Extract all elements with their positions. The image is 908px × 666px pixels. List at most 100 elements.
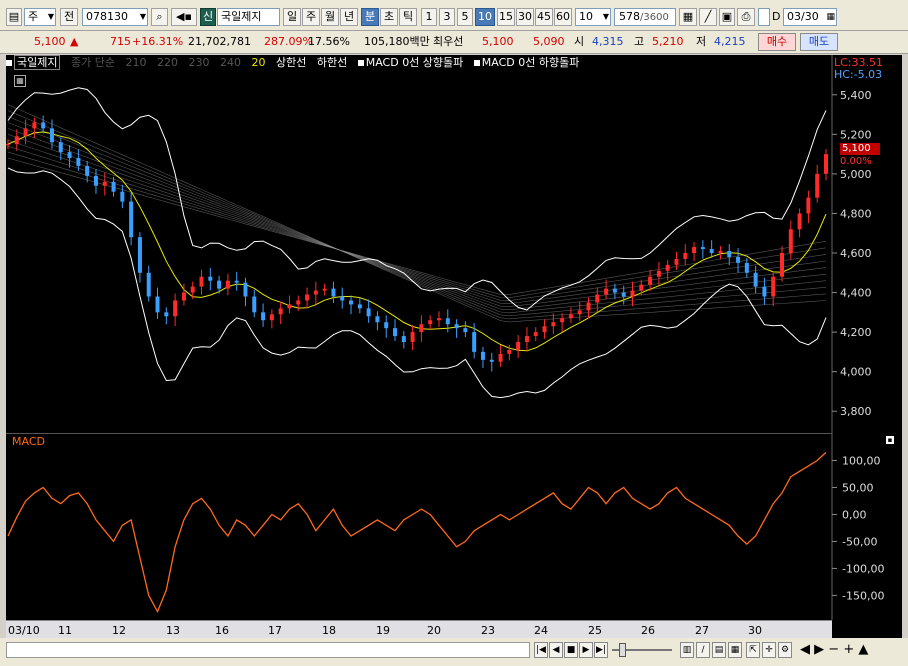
candle-body — [568, 314, 573, 319]
zoom-slider-handle[interactable] — [619, 643, 626, 657]
print-icon[interactable]: ⎙ — [737, 8, 755, 26]
candle-body — [120, 191, 125, 202]
sound-icon[interactable]: ◀▪ — [171, 8, 197, 26]
candle-body — [93, 175, 98, 186]
price-tick-label: 4,400 — [840, 287, 872, 300]
macd-tick-label: 50,00 — [842, 481, 874, 494]
tab-year[interactable]: 년 — [340, 8, 358, 26]
min-15[interactable]: 15 — [497, 8, 515, 26]
save-icon[interactable]: ▣ — [719, 8, 735, 26]
d-checkbox[interactable] — [758, 8, 770, 26]
candle-body — [436, 318, 441, 321]
macd-tick-label: -100,00 — [842, 562, 884, 575]
scroll-next-icon[interactable]: ▶ — [579, 642, 593, 658]
candle-body — [507, 349, 512, 354]
trade-amount: 105,180백만 — [364, 35, 430, 48]
candle-body — [252, 296, 257, 313]
tab-month[interactable]: 월 — [321, 8, 339, 26]
high-label: 고 — [634, 35, 645, 48]
candle-body — [173, 300, 178, 317]
x-label: 25 — [588, 624, 602, 637]
candle-body — [692, 247, 697, 253]
count-select[interactable]: 10 ▼ — [575, 8, 611, 26]
chart-type-icon[interactable]: ▥ — [680, 642, 694, 658]
candle-body — [375, 316, 380, 323]
open-label: 시 — [574, 35, 585, 48]
quote-bar: 5,100 ▲ 715 +16.31% 21,702,781 287.09% 1… — [0, 31, 908, 54]
price-tick-label: 3,800 — [840, 405, 872, 418]
front-button[interactable]: 전 — [60, 8, 78, 26]
macd-tick-label: -150,00 — [842, 589, 884, 602]
candle-body — [621, 292, 626, 297]
trend-icon[interactable]: ╱ — [699, 8, 717, 26]
period-select[interactable]: 주 ▼ — [24, 8, 56, 26]
tab-second[interactable]: 초 — [380, 8, 398, 26]
candle-body — [445, 318, 450, 325]
chart-area[interactable]: 국일제지 종가 단순 210 220 230 240 20 상한선 하한선 MA… — [6, 55, 902, 638]
sell-button[interactable]: 매도 — [800, 33, 838, 51]
min-10[interactable]: 10 — [475, 8, 495, 26]
stop-icon[interactable]: ■ — [564, 642, 578, 658]
nav-right-icon[interactable]: ▶ — [814, 642, 824, 657]
candle-body — [102, 181, 107, 186]
buy-button[interactable]: 매수 — [758, 33, 796, 51]
date-field[interactable]: 03/30 ▦ — [783, 8, 837, 26]
candle-body — [349, 300, 354, 305]
scroll-prev-icon[interactable]: ◀ — [549, 642, 563, 658]
candle-body — [736, 256, 741, 263]
date-value: 03/30 — [787, 10, 819, 23]
price-tick-label: 5,000 — [840, 168, 872, 181]
search-icon[interactable]: ⌕ — [151, 8, 168, 26]
tab-minute[interactable]: 분 — [361, 8, 379, 26]
macd-tick-label: 100,00 — [842, 454, 881, 467]
scroll-first-icon[interactable]: |◀ — [534, 642, 548, 658]
tab-day[interactable]: 일 — [283, 8, 301, 26]
change-value: 715 — [110, 35, 131, 48]
zoom-out-icon[interactable]: − — [828, 642, 839, 657]
candle-body — [410, 332, 415, 342]
chevron-down-icon: ▼ — [139, 12, 146, 21]
current-price-pct: 0.00% — [840, 156, 872, 167]
candle-body — [595, 294, 600, 303]
up-arrow-icon[interactable]: ▲ — [858, 642, 868, 657]
grid-icon[interactable]: ▦ — [679, 8, 697, 26]
candle-body — [14, 136, 19, 145]
tab-tick[interactable]: 틱 — [399, 8, 417, 26]
zoom-in-icon[interactable]: + — [843, 642, 854, 657]
min-60[interactable]: 60 — [554, 8, 572, 26]
candle-body — [384, 322, 389, 329]
low-label: 저 — [696, 35, 707, 48]
candle-body — [287, 304, 292, 309]
min-3[interactable]: 3 — [439, 8, 455, 26]
crosshair-icon[interactable]: ✛ — [762, 642, 776, 658]
macd-tick-label: 0,00 — [842, 508, 867, 521]
min-30[interactable]: 30 — [516, 8, 534, 26]
export-icon[interactable]: ⇱ — [746, 642, 760, 658]
settings-icon[interactable]: ⚙ — [778, 642, 792, 658]
indicator-icon[interactable]: ▤ — [712, 642, 726, 658]
high-value: 5,210 — [652, 35, 684, 48]
macd-line — [7, 451, 827, 614]
code-input[interactable]: 078130 ▼ — [82, 8, 148, 26]
stock-name-field[interactable]: 국일제지 — [217, 8, 280, 26]
min-1[interactable]: 1 — [421, 8, 437, 26]
x-axis: 03/10 11 12 13 16 17 18 19 20 23 24 25 2… — [6, 620, 832, 639]
horizontal-scrollbar[interactable] — [6, 642, 530, 658]
close-icon[interactable]: ▪ — [886, 436, 894, 444]
candle-body — [146, 272, 151, 297]
tab-week[interactable]: 주 — [302, 8, 320, 26]
chevron-down-icon: ▼ — [47, 12, 54, 21]
scroll-last-icon[interactable]: ▶| — [594, 642, 608, 658]
min-45[interactable]: 45 — [535, 8, 553, 26]
x-label: 13 — [166, 624, 180, 637]
best-ask-label: 최우선 — [433, 35, 464, 48]
page-field[interactable]: 578/3600 — [614, 8, 676, 26]
candle-body — [296, 300, 301, 305]
menu-icon[interactable]: ▤ — [6, 8, 22, 26]
min-5[interactable]: 5 — [457, 8, 473, 26]
candle-body — [674, 258, 679, 265]
candle-body — [718, 251, 723, 253]
line-icon[interactable]: ∕ — [696, 642, 710, 658]
table-icon[interactable]: ▦ — [728, 642, 742, 658]
nav-left-icon[interactable]: ◀ — [800, 642, 810, 657]
